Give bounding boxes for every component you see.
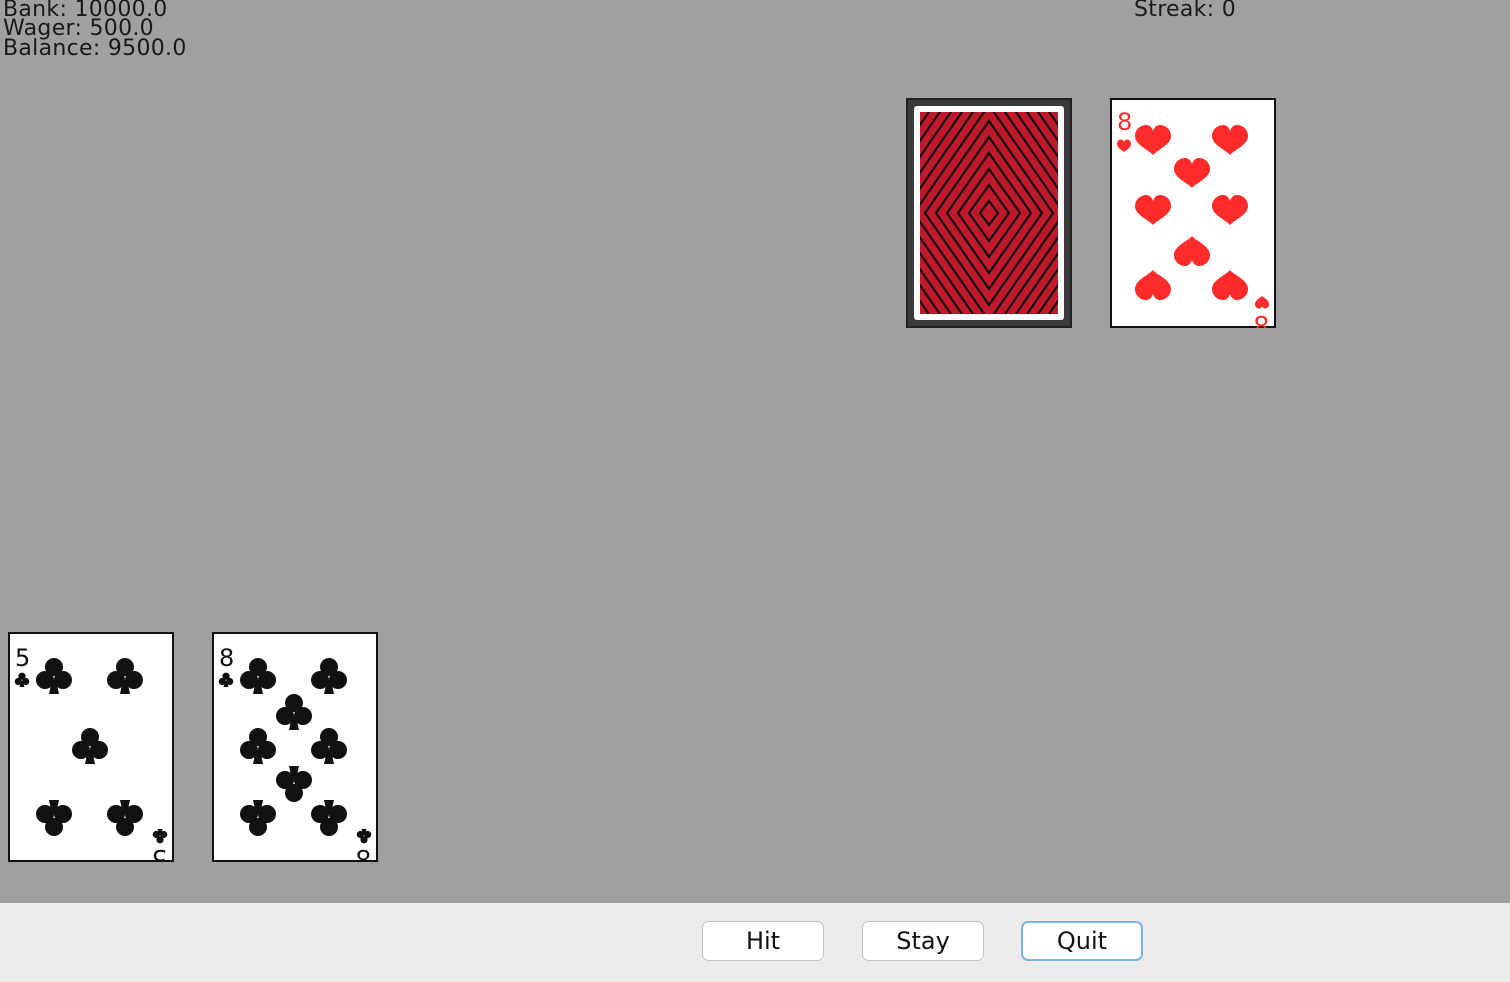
card-back-icon — [906, 98, 1072, 328]
hit-button[interactable]: Hit — [702, 921, 824, 961]
game-table: Bank: 10000.0 Wager: 500.0 Balance: 9500… — [0, 0, 1510, 903]
svg-text:5: 5 — [15, 644, 30, 672]
svg-text:8: 8 — [1254, 310, 1269, 328]
stay-button[interactable]: Stay — [862, 921, 984, 961]
quit-button[interactable]: Quit — [1021, 921, 1143, 961]
svg-text:8: 8 — [219, 644, 234, 672]
dealer-card-2-eight-of-hearts: 8 8 — [1110, 98, 1276, 328]
streak-label: Streak: 0 — [1134, 0, 1237, 22]
player-card-2-eight-of-clubs: 8 8 — [212, 632, 378, 862]
svg-text:8: 8 — [1117, 108, 1132, 136]
svg-text:5: 5 — [152, 844, 167, 862]
balance-label: Balance: 9500.0 — [3, 36, 187, 61]
player-card-1-five-of-clubs: 5 5 — [8, 632, 174, 862]
svg-text:8: 8 — [356, 844, 371, 862]
dealer-card-1-face-down — [906, 98, 1072, 328]
